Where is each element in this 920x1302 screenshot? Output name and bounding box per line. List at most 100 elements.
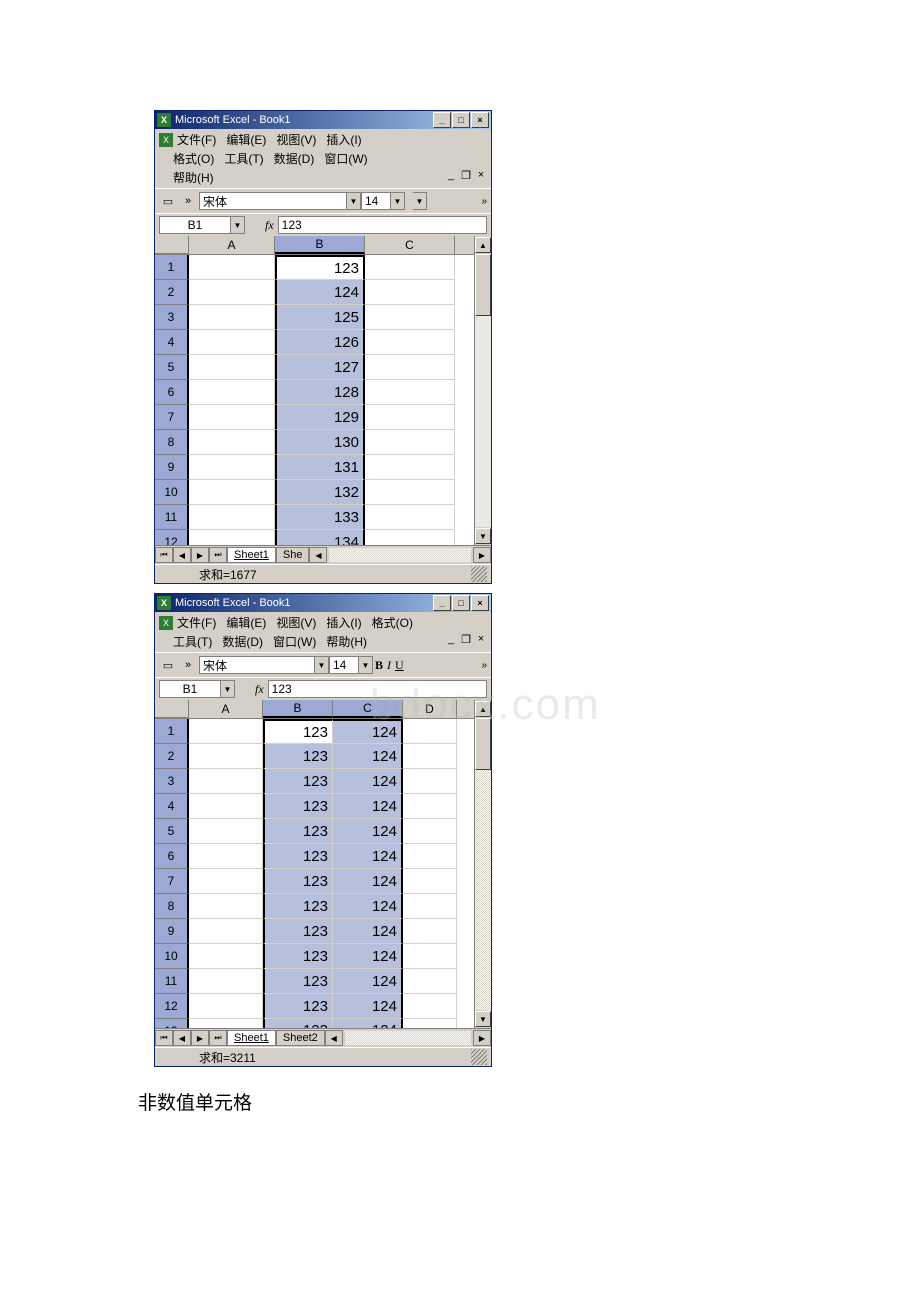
cell-C2[interactable]: 124 <box>333 744 403 769</box>
cell-B3[interactable]: 123 <box>263 769 333 794</box>
cell-C6[interactable] <box>365 380 455 405</box>
tab-nav-prev-icon[interactable]: ◀ <box>173 1030 191 1046</box>
cell-D2[interactable] <box>403 744 457 769</box>
underline-button[interactable]: U <box>395 658 404 673</box>
tab-nav-first-icon[interactable]: ⏮ <box>155 547 173 563</box>
cell-C12[interactable] <box>365 530 455 545</box>
scroll-up-icon[interactable]: ▲ <box>475 237 491 253</box>
cell-A1[interactable] <box>189 719 263 744</box>
menu-edit[interactable]: 编辑(E) <box>226 131 266 148</box>
cell-C7[interactable] <box>365 405 455 430</box>
row-header[interactable]: 7 <box>155 405 189 430</box>
col-header-A[interactable]: A <box>189 700 263 718</box>
tab-nav-last-icon[interactable]: ⏭ <box>209 547 227 563</box>
cell-A11[interactable] <box>189 505 275 530</box>
cell-A5[interactable] <box>189 819 263 844</box>
scroll-up-icon[interactable]: ▲ <box>475 701 491 717</box>
menu-edit[interactable]: 编辑(E) <box>226 614 266 631</box>
font-size-dropdown-icon[interactable]: ▼ <box>391 192 405 210</box>
sheet-tab-2[interactable]: Sheet2 <box>276 1030 325 1046</box>
cell-B8[interactable]: 123 <box>263 894 333 919</box>
hscroll-right-icon[interactable]: ▶ <box>473 547 491 563</box>
hscroll-left-icon[interactable]: ◀ <box>325 1030 343 1046</box>
row-header[interactable]: 5 <box>155 819 189 844</box>
cell-A4[interactable] <box>189 794 263 819</box>
new-doc-icon[interactable]: ▭ <box>159 656 177 674</box>
row-header[interactable]: 6 <box>155 380 189 405</box>
menu-tools[interactable]: 工具(T) <box>224 150 263 167</box>
mdi-max-icon[interactable]: ❐ <box>460 169 472 181</box>
row-header[interactable]: 2 <box>155 744 189 769</box>
menu-view[interactable]: 视图(V) <box>276 131 316 148</box>
cell-B12[interactable]: 123 <box>263 994 333 1019</box>
cell-B6[interactable]: 128 <box>275 380 365 405</box>
cell-C8[interactable]: 124 <box>333 894 403 919</box>
col-header-D[interactable]: D <box>403 700 457 718</box>
cell-B3[interactable]: 125 <box>275 305 365 330</box>
formula-input[interactable]: 123 <box>278 216 487 234</box>
menu-file[interactable]: 文件(F) <box>177 131 216 148</box>
row-header[interactable]: 9 <box>155 919 189 944</box>
row-header[interactable]: 3 <box>155 769 189 794</box>
cell-D8[interactable] <box>403 894 457 919</box>
bold-button[interactable]: B <box>375 658 383 673</box>
cell-A10[interactable] <box>189 480 275 505</box>
cell-C1[interactable] <box>365 255 455 280</box>
mdi-max-icon[interactable]: ❐ <box>460 633 472 645</box>
row-header[interactable]: 11 <box>155 969 189 994</box>
cell-A10[interactable] <box>189 944 263 969</box>
cell-B10[interactable]: 123 <box>263 944 333 969</box>
mdi-restore-icon[interactable]: _ <box>445 633 457 645</box>
cell-D4[interactable] <box>403 794 457 819</box>
cell-A7[interactable] <box>189 869 263 894</box>
row-header[interactable]: 13 <box>155 1019 189 1028</box>
row-header[interactable]: 11 <box>155 505 189 530</box>
cell-A2[interactable] <box>189 744 263 769</box>
cell-C12[interactable]: 124 <box>333 994 403 1019</box>
cell-A1[interactable] <box>189 255 275 280</box>
font-size-dropdown-icon[interactable]: ▼ <box>359 656 373 674</box>
col-header-B[interactable]: B <box>275 236 365 254</box>
name-box-dropdown-icon[interactable]: ▼ <box>221 680 235 698</box>
cell-C8[interactable] <box>365 430 455 455</box>
cell-C4[interactable]: 124 <box>333 794 403 819</box>
cell-B4[interactable]: 123 <box>263 794 333 819</box>
row-header[interactable]: 8 <box>155 894 189 919</box>
cell-D11[interactable] <box>403 969 457 994</box>
cell-B11[interactable]: 123 <box>263 969 333 994</box>
col-header-C[interactable]: C <box>333 700 403 718</box>
cell-A8[interactable] <box>189 430 275 455</box>
row-header[interactable]: 4 <box>155 794 189 819</box>
cell-C3[interactable] <box>365 305 455 330</box>
row-header[interactable]: 9 <box>155 455 189 480</box>
menu-data[interactable]: 数据(D) <box>274 150 315 167</box>
scroll-down-icon[interactable]: ▼ <box>475 1011 491 1027</box>
menu-help[interactable]: 帮助(H) <box>173 169 214 186</box>
row-header[interactable]: 5 <box>155 355 189 380</box>
menu-file[interactable]: 文件(F) <box>177 614 216 631</box>
minimize-button[interactable]: _ <box>433 112 451 128</box>
cell-A6[interactable] <box>189 380 275 405</box>
cell-C13[interactable]: 124 <box>333 1019 403 1028</box>
menu-window[interactable]: 窗口(W) <box>324 150 367 167</box>
menu-format[interactable]: 格式(O) <box>372 614 413 631</box>
toolbar-overflow-icon[interactable]: » <box>481 660 487 671</box>
select-all-corner[interactable] <box>155 236 189 254</box>
cell-A12[interactable] <box>189 994 263 1019</box>
menu-tools[interactable]: 工具(T) <box>173 633 212 650</box>
cell-A2[interactable] <box>189 280 275 305</box>
hscroll-left-icon[interactable]: ◀ <box>309 547 327 563</box>
cell-C9[interactable]: 124 <box>333 919 403 944</box>
cell-A9[interactable] <box>189 919 263 944</box>
cell-D7[interactable] <box>403 869 457 894</box>
cell-B4[interactable]: 126 <box>275 330 365 355</box>
col-header-B[interactable]: B <box>263 700 333 718</box>
cell-D9[interactable] <box>403 919 457 944</box>
cell-B7[interactable]: 123 <box>263 869 333 894</box>
cell-A8[interactable] <box>189 894 263 919</box>
tab-nav-first-icon[interactable]: ⏮ <box>155 1030 173 1046</box>
sheet-tab-1[interactable]: Sheet1 <box>227 1030 276 1046</box>
menu-insert[interactable]: 插入(I) <box>326 614 361 631</box>
cell-B8[interactable]: 130 <box>275 430 365 455</box>
cell-A13[interactable] <box>189 1019 263 1028</box>
